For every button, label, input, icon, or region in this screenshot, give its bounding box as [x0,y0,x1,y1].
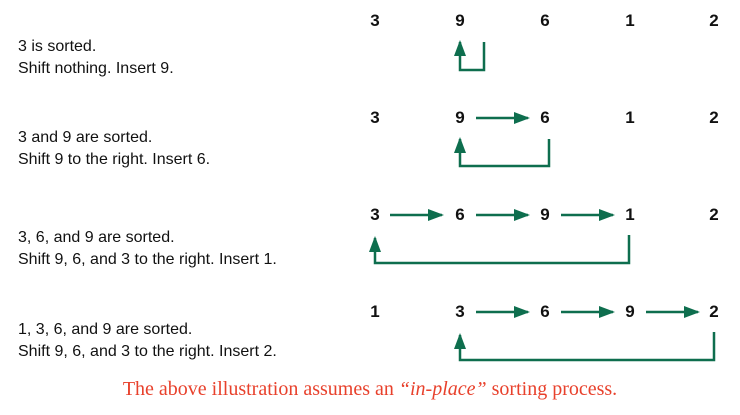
caption-emphasis: “in-place” [398,378,487,400]
caption-before: The above illustration assumes an [122,378,399,400]
step-3-insert-arrow [369,235,631,265]
step-4-insert-arrow [454,332,716,362]
caption-after: sorting process. [486,378,618,400]
caption: The above illustration assumes an “in-pl… [0,378,740,401]
step-1-insert-arrow [454,40,486,72]
arrows-diagram [369,40,716,362]
step-2-insert-arrow [454,137,551,168]
